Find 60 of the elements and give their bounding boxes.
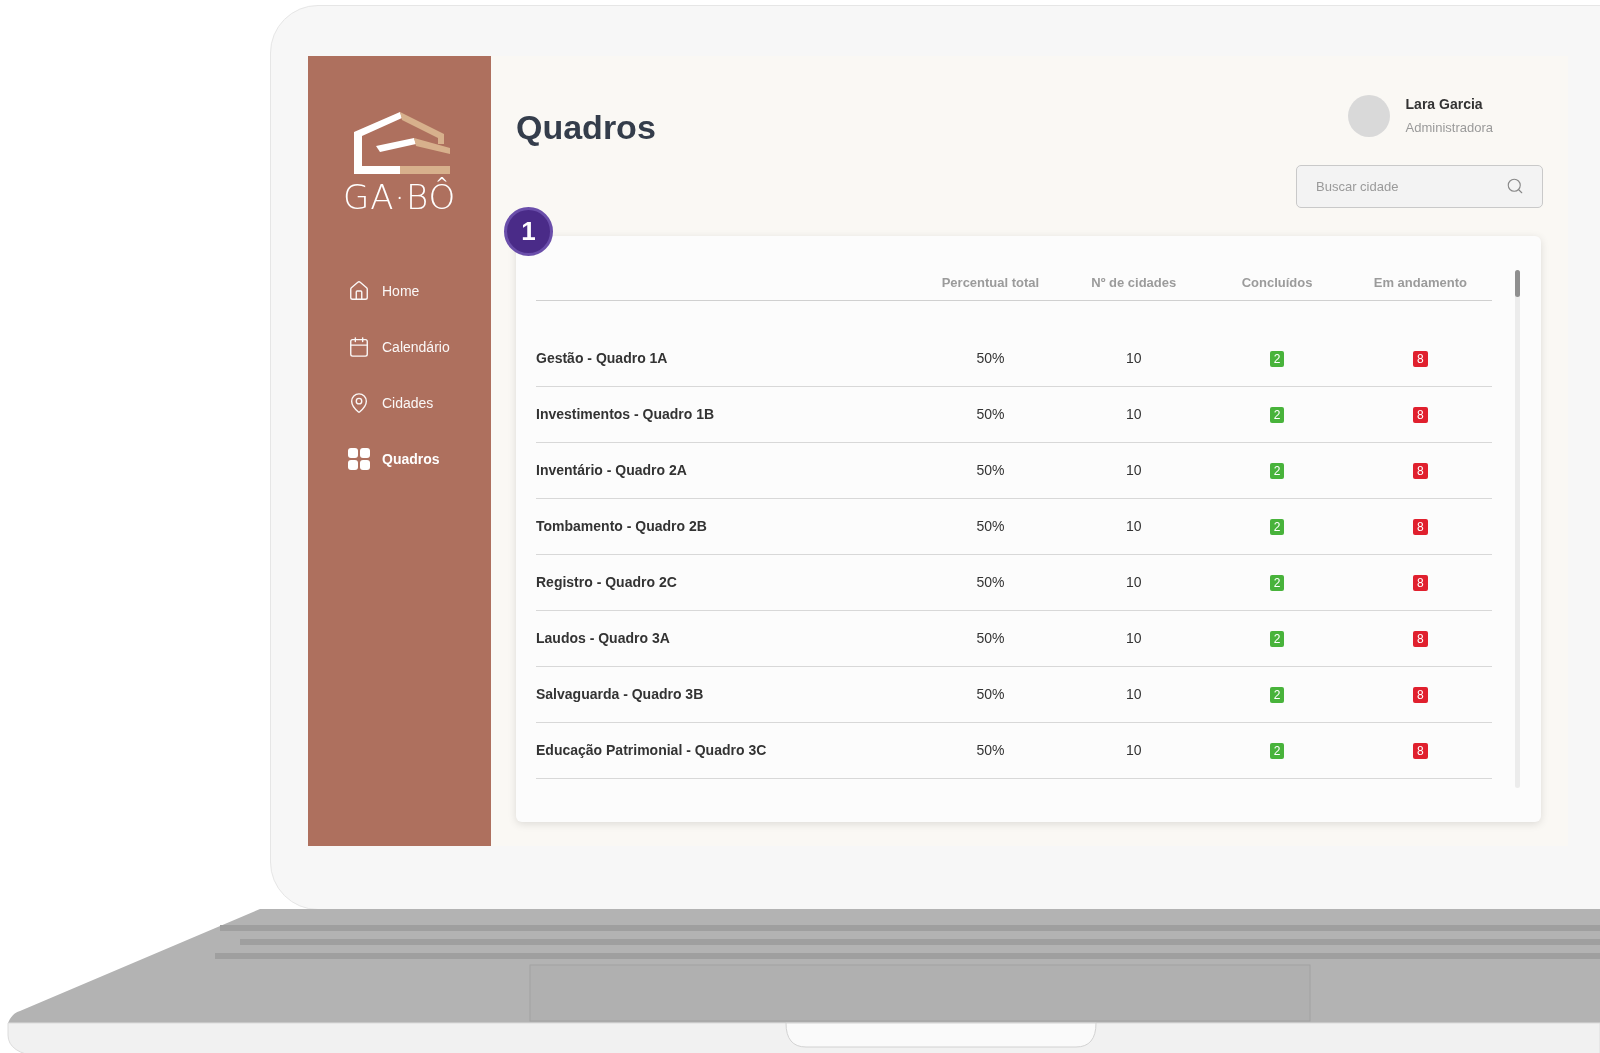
row-name: Salvaguarda - Quadro 3B (536, 686, 704, 702)
in-progress-count: 8 (1413, 630, 1428, 647)
home-icon (348, 280, 370, 302)
done-count: 2 (1269, 574, 1285, 591)
table-cell-text: 10 (1125, 461, 1142, 480)
table-cell-text: 50% (976, 517, 1005, 536)
in-progress-count: 8 (1413, 742, 1428, 759)
table-cell-text: 10 (1125, 573, 1142, 592)
table-cell-text: 50% (976, 629, 1005, 648)
in-progress-count: 8 (1413, 350, 1428, 367)
done-count: 2 (1269, 462, 1285, 479)
row-name: Educação Patrimonial - Quadro 3C (536, 742, 767, 758)
search-field[interactable]: Buscar cidade (1296, 165, 1543, 208)
table-cell-text: 10 (1125, 741, 1142, 760)
row-name: Gestão - Quadro 1A (536, 350, 668, 366)
table-cell-text: 10 (1125, 685, 1142, 704)
column-header: Percentual total (941, 273, 1040, 292)
table-cell-text: 50% (976, 573, 1005, 592)
table-cell-text: 50% (976, 461, 1005, 480)
row-name: Investimentos - Quadro 1B (536, 406, 715, 422)
user-role: Administradora (1405, 119, 1493, 137)
table-cell-text: 50% (976, 405, 1005, 424)
avatar (1347, 94, 1390, 137)
table-cell-text: 50% (976, 349, 1005, 368)
done-count: 2 (1269, 686, 1285, 703)
search-icon (1506, 177, 1524, 195)
page-title: Quadros (516, 107, 656, 148)
table-cell-text: 10 (1125, 517, 1142, 536)
done-count: 2 (1269, 630, 1285, 647)
in-progress-count: 8 (1413, 518, 1428, 535)
in-progress-count: 8 (1413, 686, 1428, 703)
done-count: 2 (1269, 406, 1285, 423)
done-count: 2 (1269, 350, 1285, 367)
table-cell-text: 50% (976, 685, 1005, 704)
row-name: Tombamento - Quadro 2B (536, 518, 707, 534)
row-name: Inventário - Quadro 2A (536, 462, 687, 478)
in-progress-count: 8 (1413, 574, 1428, 591)
table-cell-text: 10 (1125, 349, 1142, 368)
table-cell-text: 50% (976, 741, 1005, 760)
step-marker: 1 (504, 207, 553, 256)
calendar-icon (348, 336, 370, 358)
done-count: 2 (1269, 518, 1285, 535)
sidebar-item[interactable]: Home (348, 278, 491, 304)
done-count: 2 (1269, 742, 1285, 759)
row-name: Registro - Quadro 2C (536, 574, 677, 590)
scrollbar-thumb[interactable] (1515, 270, 1520, 297)
table-cell-text: 10 (1125, 629, 1142, 648)
map-pin-icon (348, 392, 370, 414)
in-progress-count: 8 (1413, 406, 1428, 423)
user-name: Lara Garcia (1405, 95, 1484, 114)
sidebar-item[interactable]: Cidades (348, 390, 491, 416)
table-cell-text: 10 (1125, 405, 1142, 424)
sidebar-item[interactable]: Calendário (348, 334, 491, 360)
grid-icon (348, 448, 370, 470)
sidebar-item[interactable]: Quadros (348, 446, 491, 472)
column-header: Nº de cidades (1091, 273, 1177, 292)
column-header: Concluídos (1241, 273, 1313, 292)
column-header: Em andamento (1373, 273, 1467, 292)
in-progress-count: 8 (1413, 462, 1428, 479)
row-name: Laudos - Quadro 3A (536, 630, 670, 646)
